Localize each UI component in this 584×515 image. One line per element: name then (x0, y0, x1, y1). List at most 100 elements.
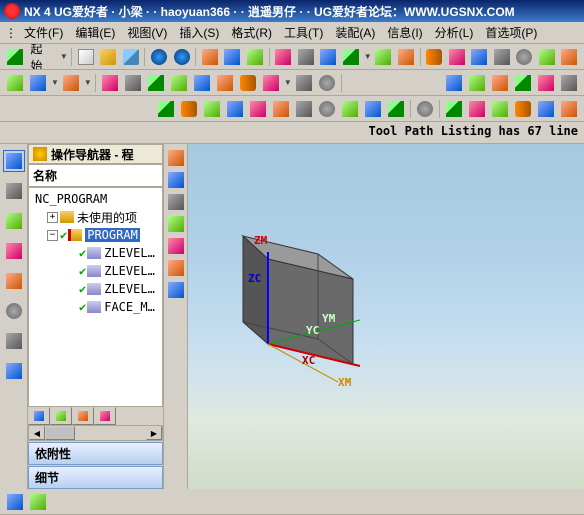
chevron-down-icon[interactable]: ▼ (364, 52, 372, 61)
tree-root[interactable]: NC_PROGRAM (31, 190, 160, 208)
gt-b5[interactable] (166, 236, 186, 256)
tb1-b2[interactable] (295, 46, 317, 68)
scroll-track[interactable] (75, 426, 146, 440)
tree-op[interactable]: ✔ FACE_M… (31, 298, 160, 316)
scroll-right-icon[interactable]: ▶ (146, 426, 162, 440)
start-label[interactable]: 起始 (27, 44, 58, 70)
nav-tab-2[interactable] (50, 407, 72, 425)
tree-op[interactable]: ✔ ZLEVEL… (31, 244, 160, 262)
menu-file[interactable]: 文件(F) (18, 22, 69, 43)
tb1-b4[interactable] (340, 46, 362, 68)
tb2-r4[interactable] (512, 72, 534, 94)
tb2-r2[interactable] (466, 72, 488, 94)
tb3-b4[interactable] (224, 98, 246, 120)
tb3-c5[interactable] (535, 98, 557, 120)
tb2-b3[interactable] (60, 72, 82, 94)
tb1-b8[interactable] (446, 46, 468, 68)
collapse-icon[interactable]: − (47, 230, 58, 241)
tb2-b2[interactable] (27, 72, 49, 94)
save-button[interactable] (120, 46, 142, 68)
tb1-b10[interactable] (491, 46, 513, 68)
viewport[interactable]: ZM ZC YM YC XC XM (188, 144, 584, 489)
tb1-b12[interactable] (536, 46, 558, 68)
menu-tools[interactable]: 工具(T) (278, 22, 329, 43)
chevron-down-icon[interactable]: ▼ (60, 52, 68, 61)
tb1-b7[interactable] (424, 46, 446, 68)
tb3-b3[interactable] (201, 98, 223, 120)
menu-edit[interactable]: 编辑(E) (69, 22, 121, 43)
nav-tab-3[interactable] (72, 407, 94, 425)
tb1-b6[interactable] (395, 46, 417, 68)
tb3-b6[interactable] (270, 98, 292, 120)
expand-icon[interactable]: + (47, 212, 58, 223)
gt-b7[interactable] (166, 280, 186, 300)
tb3-b7[interactable] (293, 98, 315, 120)
gt-b6[interactable] (166, 258, 186, 278)
nav-tab-4[interactable] (94, 407, 116, 425)
vt-tab-6[interactable] (3, 300, 25, 322)
open-button[interactable] (97, 46, 119, 68)
tb2-b1[interactable] (4, 72, 26, 94)
tree-unused[interactable]: + 未使用的项 (31, 208, 160, 226)
chevron-down-icon[interactable]: ▼ (284, 78, 292, 87)
tb1-b3[interactable] (318, 46, 340, 68)
column-header[interactable]: 名称 (28, 164, 163, 187)
tb2-b5[interactable] (122, 72, 144, 94)
tb3-b9[interactable] (339, 98, 361, 120)
menu-view[interactable]: 视图(V) (121, 22, 173, 43)
chevron-down-icon[interactable]: ▼ (51, 78, 59, 87)
tb3-c2[interactable] (466, 98, 488, 120)
tb4-b1[interactable] (4, 491, 26, 513)
tb2-r6[interactable] (558, 72, 580, 94)
nav-tab-1[interactable] (28, 407, 50, 425)
menu-prefs[interactable]: 首选项(P) (479, 22, 543, 43)
tb1-b9[interactable] (469, 46, 491, 68)
tb2-b9[interactable] (214, 72, 236, 94)
tb4-b2[interactable] (27, 491, 49, 513)
copy-button[interactable] (222, 46, 244, 68)
dependency-panel[interactable]: 依附性 (28, 442, 163, 465)
menu-assembly[interactable]: 装配(A) (329, 22, 381, 43)
menu-analysis[interactable]: 分析(L) (429, 22, 480, 43)
tb3-b11[interactable] (385, 98, 407, 120)
tb2-b7[interactable] (168, 72, 190, 94)
tb1-b13[interactable] (559, 46, 581, 68)
gt-b3[interactable] (166, 192, 186, 212)
vt-tab-8[interactable] (3, 360, 25, 382)
tb2-b11[interactable] (260, 72, 282, 94)
tb2-r5[interactable] (535, 72, 557, 94)
tree-op[interactable]: ✔ ZLEVEL… (31, 262, 160, 280)
chevron-down-icon[interactable]: ▼ (84, 78, 92, 87)
tb3-fox[interactable] (414, 98, 436, 120)
tb1-b5[interactable] (373, 46, 395, 68)
tb3-c4[interactable] (512, 98, 534, 120)
detail-panel[interactable]: 细节 (28, 466, 163, 489)
tb2-b6[interactable] (145, 72, 167, 94)
menu-info[interactable]: 信息(I) (381, 22, 428, 43)
tb2-r3[interactable] (489, 72, 511, 94)
tb3-c1[interactable] (443, 98, 465, 120)
paste-button[interactable] (244, 46, 266, 68)
tb2-b10[interactable] (237, 72, 259, 94)
vt-tab-3[interactable] (3, 210, 25, 232)
tree-op[interactable]: ✔ ZLEVEL… (31, 280, 160, 298)
tb3-b5[interactable] (247, 98, 269, 120)
tb3-b8[interactable] (316, 98, 338, 120)
gt-b2[interactable] (166, 170, 186, 190)
horizontal-scrollbar[interactable]: ◀ ▶ (28, 425, 163, 441)
redo-button[interactable] (171, 46, 193, 68)
tb2-r1[interactable] (443, 72, 465, 94)
gt-b1[interactable] (166, 148, 186, 168)
tb3-b1[interactable] (155, 98, 177, 120)
cut-button[interactable] (199, 46, 221, 68)
scroll-thumb[interactable] (45, 426, 75, 440)
vt-tab-5[interactable] (3, 270, 25, 292)
tb1-b11[interactable] (514, 46, 536, 68)
gt-b4[interactable] (166, 214, 186, 234)
start-button[interactable] (4, 46, 26, 68)
tb1-b1[interactable] (273, 46, 295, 68)
tb2-b4[interactable] (99, 72, 121, 94)
vt-tab-2[interactable] (3, 180, 25, 202)
undo-button[interactable] (148, 46, 170, 68)
new-button[interactable] (75, 46, 97, 68)
